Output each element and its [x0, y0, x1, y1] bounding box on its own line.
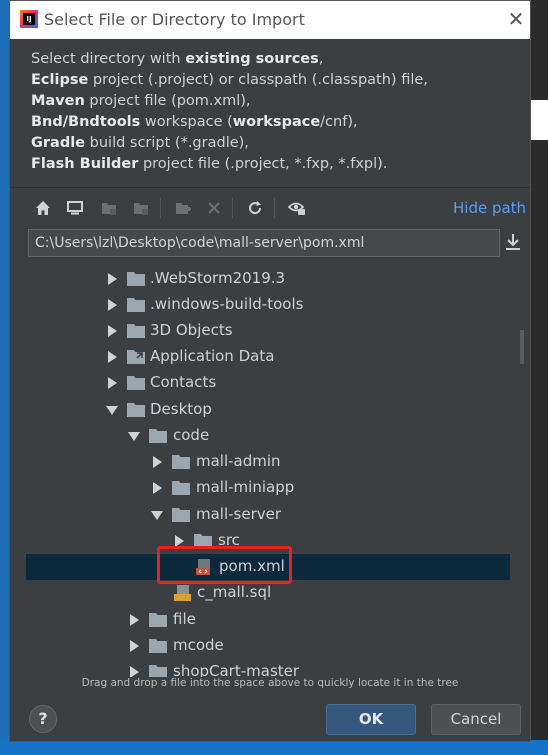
- chevron-right-icon[interactable]: [128, 666, 140, 677]
- tree-item-label: .windows-build-tools: [150, 295, 304, 313]
- tree-item[interactable]: Contacts: [26, 370, 510, 396]
- tree-item-label: code: [173, 426, 210, 444]
- hide-path-link[interactable]: Hide path: [453, 199, 526, 217]
- tree-item-label: .WebStorm2019.3: [150, 269, 286, 287]
- tree-item[interactable]: mall-admin: [26, 449, 510, 475]
- tree-item[interactable]: mall-server: [26, 502, 510, 528]
- folder-icon: [172, 508, 190, 522]
- tree-item[interactable]: code: [26, 423, 510, 449]
- path-row: C:\Users\lzl\Desktop\code\mall-server\po…: [28, 229, 522, 257]
- cancel-button[interactable]: Cancel: [431, 704, 521, 735]
- new-folder-icon: [172, 197, 194, 219]
- show-hidden-icon[interactable]: [286, 197, 308, 219]
- tree-item[interactable]: 3D Objects: [26, 318, 510, 344]
- tree-item[interactable]: .windows-build-tools: [26, 292, 510, 318]
- tree-item-label: c_mall.sql: [197, 583, 272, 601]
- download-icon[interactable]: [504, 232, 524, 254]
- import-dialog: IJ Select File or Directory to Import ✕ …: [9, 0, 531, 742]
- chevron-down-icon[interactable]: [106, 404, 118, 416]
- tree-item-label: Contacts: [150, 373, 217, 391]
- tree-item-label: 3D Objects: [150, 321, 233, 339]
- folder-icon: [127, 376, 145, 390]
- tree-item-label: shopCart-master: [173, 662, 300, 677]
- file-chooser-toolbar: Hide path: [10, 194, 530, 224]
- chevron-right-icon[interactable]: [151, 482, 163, 494]
- tree-scrollbar[interactable]: [520, 330, 524, 364]
- sql-file-icon: [174, 585, 191, 601]
- desktop-icon[interactable]: [64, 197, 86, 219]
- description-line: Bnd/Bndtools workspace (workspace/cnf),: [31, 114, 358, 130]
- delete-icon: [203, 197, 225, 219]
- project-folder-icon: [98, 197, 120, 219]
- help-button[interactable]: ?: [29, 705, 57, 733]
- folder-icon: [127, 272, 145, 286]
- folder-icon: [127, 324, 145, 338]
- divider: [10, 187, 530, 188]
- tree-item-label: mcode: [173, 636, 224, 654]
- description-line: Eclipse project (.project) or classpath …: [31, 72, 428, 88]
- tree-item[interactable]: mall-miniapp: [26, 475, 510, 501]
- description: Select directory with existing sources, …: [31, 49, 521, 175]
- tree-item[interactable]: .WebStorm2019.3: [26, 266, 510, 292]
- chevron-right-icon[interactable]: [106, 325, 118, 337]
- intellij-logo-icon: IJ: [20, 10, 38, 28]
- drag-drop-hint: Drag and drop a file into the space abov…: [81, 677, 459, 689]
- tree-item[interactable]: Application Data: [26, 344, 510, 370]
- folder-icon: [172, 455, 190, 469]
- tree-item[interactable]: shopCart-master: [26, 659, 510, 677]
- file-tree[interactable]: .WebStorm2019.3 .windows-build-tools 3D …: [26, 263, 524, 677]
- link-folder-icon: [127, 350, 145, 364]
- chevron-right-icon[interactable]: [106, 377, 118, 389]
- folder-icon: [127, 403, 145, 417]
- tree-item[interactable]: mcode: [26, 633, 510, 659]
- title-bar: IJ Select File or Directory to Import ✕: [10, 1, 530, 39]
- path-input[interactable]: C:\Users\lzl\Desktop\code\mall-server\po…: [28, 229, 500, 257]
- description-line: Flash Builder project file (.project, *.…: [31, 156, 388, 172]
- chevron-down-icon[interactable]: [151, 509, 163, 521]
- folder-icon: [149, 613, 167, 627]
- description-line: Maven project file (pom.xml),: [31, 93, 251, 109]
- tree-item-label: mall-server: [196, 505, 282, 523]
- description-line: Gradle build script (*.gradle),: [31, 135, 249, 151]
- folder-icon: [172, 481, 190, 495]
- taskbar-strip: [0, 740, 548, 755]
- dialog-title: Select File or Directory to Import: [44, 10, 305, 29]
- description-line: Select directory with existing sources,: [31, 51, 324, 67]
- chevron-right-icon[interactable]: [128, 614, 140, 626]
- refresh-icon[interactable]: [244, 197, 266, 219]
- folder-icon: [149, 665, 167, 677]
- tree-item-label: file: [173, 610, 196, 628]
- chevron-right-icon[interactable]: [151, 456, 163, 468]
- tree-item[interactable]: Desktop: [26, 397, 510, 423]
- chevron-right-icon[interactable]: [106, 299, 118, 311]
- annotation-highlight-box: [157, 546, 292, 584]
- tree-item-label: mall-miniapp: [196, 478, 295, 496]
- background-window: [530, 0, 548, 755]
- module-folder-icon: [130, 197, 152, 219]
- tree-item-label: Desktop: [150, 400, 212, 418]
- folder-icon: [127, 298, 145, 312]
- tree-item-label: mall-admin: [196, 452, 281, 470]
- home-icon[interactable]: [32, 197, 54, 219]
- close-button[interactable]: ✕: [506, 8, 526, 30]
- ok-button[interactable]: OK: [326, 704, 416, 735]
- folder-icon: [149, 639, 167, 653]
- chevron-down-icon[interactable]: [128, 430, 140, 442]
- chevron-right-icon[interactable]: [128, 640, 140, 652]
- tree-item-label: Application Data: [150, 347, 275, 365]
- chevron-right-icon[interactable]: [106, 351, 118, 363]
- folder-icon: [149, 429, 167, 443]
- tree-item[interactable]: file: [26, 607, 510, 633]
- chevron-right-icon[interactable]: [106, 273, 118, 285]
